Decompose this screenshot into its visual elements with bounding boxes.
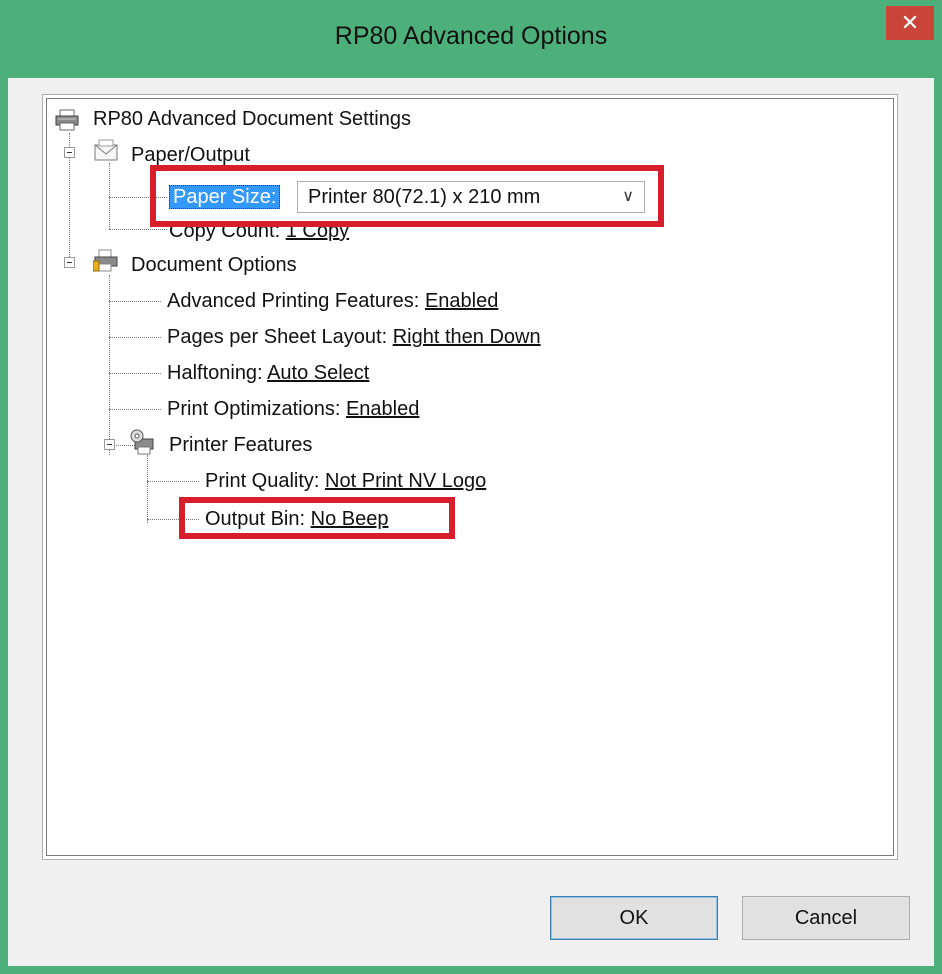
- collapse-icon[interactable]: [64, 257, 75, 268]
- collapse-icon[interactable]: [64, 147, 75, 158]
- window-title: RP80 Advanced Options: [334, 22, 608, 50]
- tree-printer-features[interactable]: Printer Features: [169, 431, 312, 459]
- printer-icon: [55, 109, 79, 136]
- ok-button[interactable]: OK: [550, 896, 718, 940]
- settings-tree-inner: RP80 Advanced Document Settings Paper/Ou…: [46, 98, 894, 856]
- item-value[interactable]: Enabled: [425, 290, 498, 312]
- dialog-client-area: RP80 Advanced Document Settings Paper/Ou…: [8, 78, 934, 966]
- title-bar[interactable]: RP80 Advanced Options ✕: [0, 0, 942, 78]
- printer-features-icon: [129, 429, 157, 460]
- highlight-box-paper-size: [150, 165, 664, 227]
- pages-per-sheet-layout-item[interactable]: Pages per Sheet Layout: Right then Down: [167, 323, 541, 351]
- highlight-box-output-bin: [179, 497, 455, 539]
- item-value[interactable]: Enabled: [346, 398, 419, 420]
- settings-tree[interactable]: RP80 Advanced Document Settings Paper/Ou…: [42, 94, 898, 860]
- close-button[interactable]: ✕: [886, 6, 934, 40]
- tree-document-options[interactable]: Document Options: [131, 251, 297, 279]
- item-value[interactable]: Not Print NV Logo: [325, 470, 486, 492]
- item-label: Halftoning:: [167, 362, 263, 384]
- tree-root[interactable]: RP80 Advanced Document Settings: [93, 105, 411, 133]
- print-quality-item[interactable]: Print Quality: Not Print NV Logo: [205, 467, 486, 495]
- item-label: Print Optimizations:: [167, 398, 341, 420]
- item-label: Pages per Sheet Layout:: [167, 326, 388, 348]
- halftoning-item[interactable]: Halftoning: Auto Select: [167, 359, 369, 387]
- cancel-button[interactable]: Cancel: [742, 896, 910, 940]
- print-optimizations-item[interactable]: Print Optimizations: Enabled: [167, 395, 419, 423]
- collapse-icon[interactable]: [104, 439, 115, 450]
- envelope-icon: [93, 139, 119, 168]
- document-options-icon: [92, 249, 119, 278]
- item-label: Advanced Printing Features:: [167, 290, 420, 312]
- advanced-printing-features-item[interactable]: Advanced Printing Features: Enabled: [167, 287, 498, 315]
- close-icon: ✕: [900, 10, 920, 35]
- item-label: Print Quality:: [205, 470, 320, 492]
- item-value[interactable]: Right then Down: [393, 326, 541, 348]
- dialog-window: RP80 Advanced Options ✕ RP80 Advanced Do…: [0, 0, 942, 974]
- item-value[interactable]: Auto Select: [267, 362, 369, 384]
